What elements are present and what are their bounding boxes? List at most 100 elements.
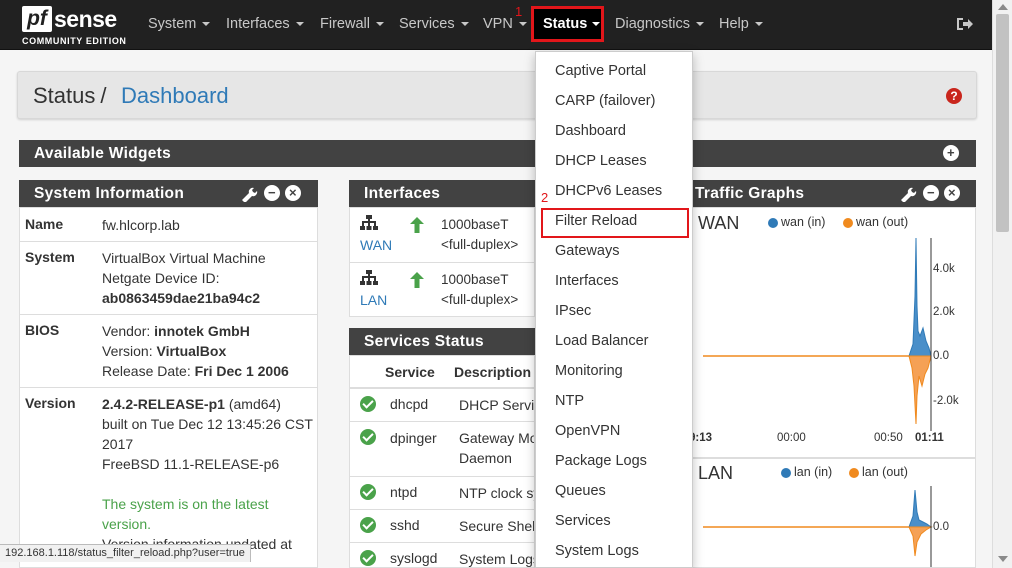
menu-item-dhcpv6-leases[interactable]: DHCPv6 Leases	[555, 183, 662, 199]
menu-item-filter-reload[interactable]: Filter Reload	[555, 213, 637, 229]
step-marker-2: 2	[541, 190, 549, 205]
page-scrollbar[interactable]	[992, 0, 1012, 568]
pfsense-logo[interactable]: pf sense COMMUNITY EDITION	[22, 6, 132, 46]
services-status-header: Services Status	[349, 328, 535, 355]
interfaces-header: Interfaces	[349, 180, 535, 207]
nav-status[interactable]: Status	[531, 6, 604, 42]
nav-help[interactable]: Help	[719, 0, 763, 48]
arrow-up-icon	[410, 217, 424, 233]
bios-date-label: Release Date:	[102, 363, 195, 379]
plus-circle-icon[interactable]: +	[943, 145, 959, 161]
interface-link-wan[interactable]: WAN	[360, 237, 392, 253]
browser-status-url: 192.168.1.118/status_filter_reload.php?u…	[0, 544, 251, 562]
interface-media: 1000baseT <full-duplex>	[441, 270, 518, 310]
device-id-value: ab0863459dae21ba94c2	[102, 290, 261, 306]
sitemap-icon	[360, 215, 378, 230]
close-circle-icon[interactable]: ×	[944, 185, 960, 201]
wan-y-label: -2.0k	[933, 395, 959, 407]
wan-x-label: 01:11	[915, 432, 944, 444]
close-circle-icon[interactable]: ×	[285, 185, 301, 201]
table-row: BIOS Vendor: innotek GmbH Version: Virtu…	[20, 315, 317, 388]
column-header-description: Description	[454, 364, 532, 380]
legend-wan-out: wan (out)	[856, 215, 909, 229]
nav-diagnostics-label: Diagnostics	[615, 16, 690, 32]
row-value: 2.4.2-RELEASE-p1 (amd64) built on Tue De…	[102, 394, 313, 554]
available-widgets-title: Available Widgets	[34, 145, 172, 162]
bios-version: Version: VirtualBox	[102, 341, 289, 361]
nav-diagnostics[interactable]: Diagnostics	[615, 0, 704, 48]
menu-item-system-logs[interactable]: System Logs	[555, 543, 639, 559]
version-freebsd: FreeBSD 11.1-RELEASE-p6	[102, 456, 280, 472]
interface-media-speed: 1000baseT	[441, 217, 509, 232]
wan-x-label: 00:50	[874, 432, 903, 444]
menu-item-monitoring[interactable]: Monitoring	[555, 363, 623, 379]
bios-vendor: Vendor: innotek GmbH	[102, 321, 289, 341]
minus-circle-icon[interactable]: −	[264, 185, 280, 201]
logo-sense: sense	[54, 6, 117, 32]
wrench-icon[interactable]	[899, 185, 917, 202]
version-release-value: 2.4.2-RELEASE-p1	[102, 396, 225, 412]
wan-y-label: 0.0	[933, 350, 949, 362]
menu-item-services[interactable]: Services	[555, 513, 611, 529]
system-info-header: System Information − ×	[19, 180, 318, 207]
menu-item-gateways[interactable]: Gateways	[555, 243, 619, 259]
service-name: sshd	[390, 517, 420, 533]
traffic-graphs-header: Traffic Graphs − ×	[680, 180, 976, 207]
row-key: Name	[25, 216, 64, 232]
version-release: 2.4.2-RELEASE-p1 (amd64)	[102, 394, 313, 414]
interface-media-speed: 1000baseT	[441, 272, 509, 287]
wrench-icon[interactable]	[240, 185, 258, 202]
question-circle-icon[interactable]: ?	[946, 88, 962, 104]
menu-item-dhcp-leases[interactable]: DHCP Leases	[555, 153, 647, 169]
interface-row-wan: WAN 1000baseT <full-duplex>	[350, 208, 534, 263]
nav-system[interactable]: System	[148, 0, 211, 48]
lan-y-label: 0.0	[933, 521, 949, 533]
nav-services[interactable]: Services	[399, 0, 469, 48]
service-name: dhcpd	[390, 396, 429, 412]
service-description: System Logs	[459, 551, 535, 567]
menu-item-package-logs[interactable]: Package Logs	[555, 453, 647, 469]
menu-item-carp[interactable]: CARP (failover)	[555, 93, 655, 109]
column-header-service: Service	[385, 364, 435, 380]
nav-firewall[interactable]: Firewall	[320, 0, 384, 48]
menu-item-dashboard[interactable]: Dashboard	[555, 123, 626, 139]
nav-help-label: Help	[719, 16, 749, 32]
table-row: Version 2.4.2-RELEASE-p1 (amd64) built o…	[20, 388, 317, 567]
minus-circle-icon[interactable]: −	[923, 185, 939, 201]
caret-down-icon	[295, 22, 304, 27]
version-built-year: 2017	[102, 436, 134, 452]
available-widgets-header[interactable]: Available Widgets +	[19, 140, 976, 167]
bios-date-value: Fri Dec 1 2006	[194, 363, 289, 379]
logo-edition: COMMUNITY EDITION	[22, 36, 127, 46]
scroll-thumb[interactable]	[996, 14, 1009, 232]
scroll-down-arrow-icon[interactable]	[998, 556, 1008, 562]
wan-traffic-graph	[703, 237, 932, 431]
interface-media: 1000baseT <full-duplex>	[441, 215, 518, 255]
sign-out-icon[interactable]	[956, 16, 974, 32]
breadcrumb-page-link[interactable]: Dashboard	[121, 83, 229, 109]
interface-row-lan: LAN 1000baseT <full-duplex>	[350, 263, 534, 316]
nav-interfaces[interactable]: Interfaces	[226, 0, 304, 48]
menu-item-captive-portal[interactable]: Captive Portal	[555, 63, 646, 79]
menu-item-openvpn[interactable]: OpenVPN	[555, 423, 620, 439]
menu-item-load-balancer[interactable]: Load Balancer	[555, 333, 649, 349]
check-circle-icon	[360, 517, 376, 533]
interfaces-body: WAN 1000baseT <full-duplex> LAN 1000baseT…	[349, 207, 535, 317]
legend-dot-out	[843, 218, 853, 228]
legend-dot-in	[781, 468, 791, 478]
system-info-body: Name fw.hlcorp.lab System VirtualBox Vir…	[19, 207, 318, 568]
nav-status-label: Status	[543, 16, 588, 32]
bios-version-value: VirtualBox	[156, 343, 227, 359]
menu-item-interfaces[interactable]: Interfaces	[555, 273, 619, 289]
interface-link-lan[interactable]: LAN	[360, 292, 387, 308]
row-key: System	[25, 249, 75, 265]
nav-services-label: Services	[399, 16, 455, 32]
caret-down-icon	[460, 22, 469, 27]
lan-traffic-graph	[703, 486, 933, 567]
caret-down-icon	[754, 22, 763, 27]
menu-item-queues[interactable]: Queues	[555, 483, 606, 499]
menu-item-ntp[interactable]: NTP	[555, 393, 584, 409]
menu-item-ipsec[interactable]: IPsec	[555, 303, 591, 319]
interface-media-duplex: <full-duplex>	[441, 237, 519, 252]
scroll-up-arrow-icon[interactable]	[998, 4, 1008, 10]
